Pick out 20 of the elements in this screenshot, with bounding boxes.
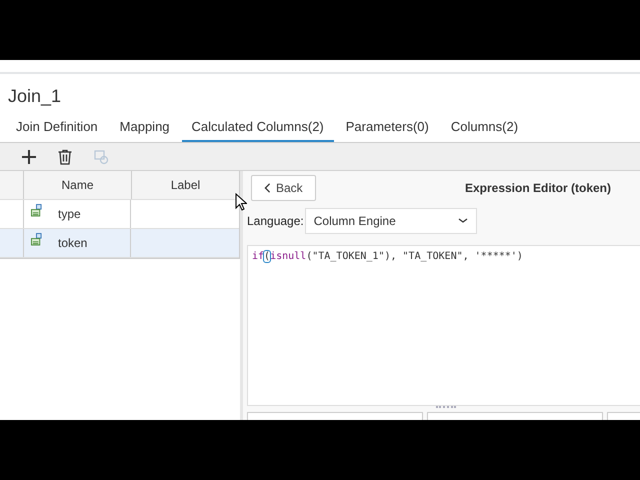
calculated-column-icon xyxy=(31,233,42,246)
language-label: Language: xyxy=(247,214,304,228)
table-cell: token xyxy=(58,236,88,250)
panel-title: Expression Editor (token) xyxy=(464,181,611,195)
tab[interactable]: Parameters(0) xyxy=(336,112,439,142)
chevron-left-icon xyxy=(264,183,271,193)
tab[interactable]: Columns(2) xyxy=(440,112,528,142)
add-icon[interactable] xyxy=(21,148,37,164)
delete-icon[interactable] xyxy=(57,148,73,164)
table-cell: type xyxy=(58,207,81,221)
column-header: Label xyxy=(170,177,202,194)
chevron-down-icon xyxy=(458,218,468,224)
column-header: Name xyxy=(24,171,132,199)
table-row[interactable]: token xyxy=(0,229,239,258)
editor-title: Join_1 xyxy=(7,85,62,108)
tab[interactable]: Join Definition xyxy=(6,112,108,142)
language-dropdown[interactable]: Column Engine xyxy=(304,208,477,234)
back-button[interactable]: Back xyxy=(251,175,316,201)
tab[interactable]: Mapping xyxy=(110,112,180,142)
calculated-column-icon xyxy=(31,204,42,217)
